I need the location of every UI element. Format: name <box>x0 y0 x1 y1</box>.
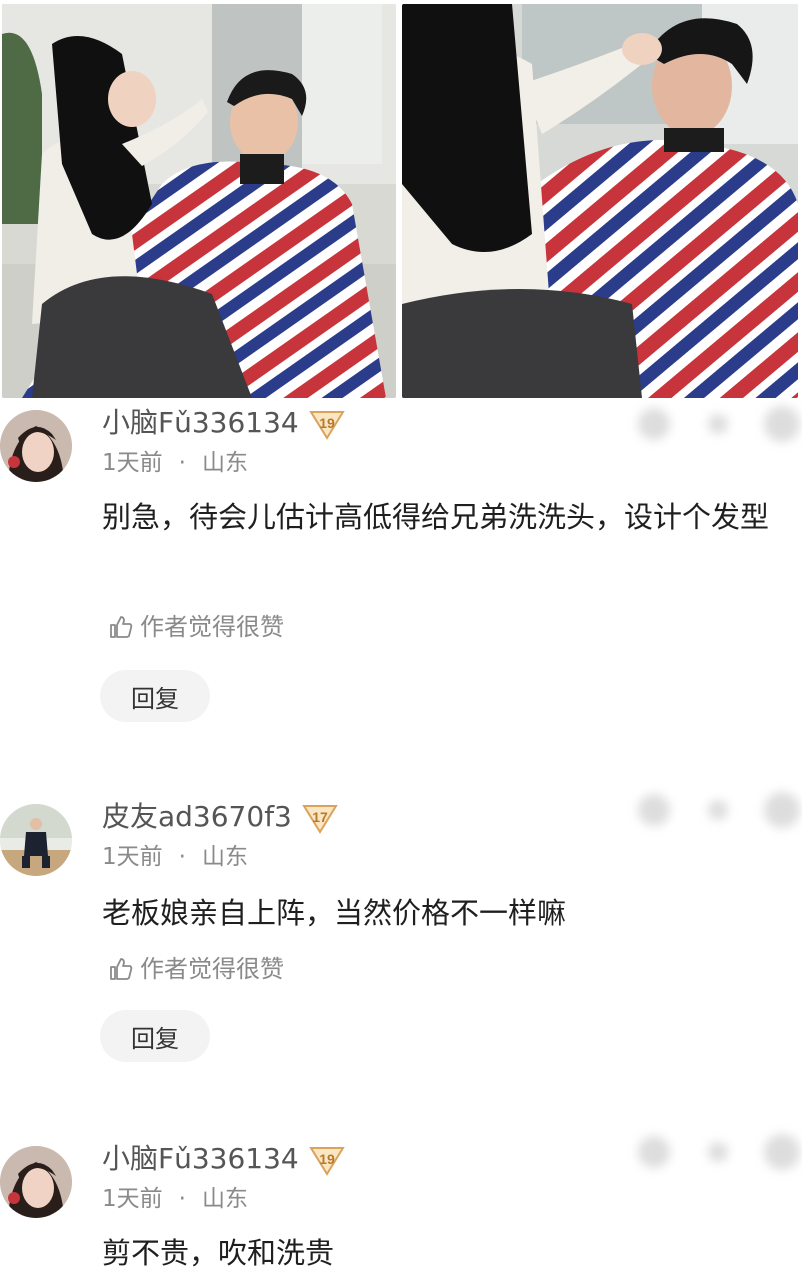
image-strip <box>0 0 802 402</box>
girl-portrait-avatar-icon <box>0 1146 72 1218</box>
author-liked-tag: 作者觉得很赞 <box>108 612 284 642</box>
level-number: 19 <box>319 415 335 431</box>
level-number: 17 <box>312 809 328 825</box>
man-in-suit-avatar-icon <box>0 804 72 876</box>
username[interactable]: 小脑Fǔ336134 <box>102 1142 299 1176</box>
barber-photo-right[interactable] <box>402 4 798 398</box>
thumb-up-icon <box>108 956 134 982</box>
author-liked-text: 作者觉得很赞 <box>140 955 284 983</box>
level-badge: 19 <box>309 1144 345 1176</box>
comment-meta: 1天前 · 山东 <box>102 1184 248 1214</box>
comment-meta: 1天前 · 山东 <box>102 448 248 478</box>
level-badge-icon: 19 <box>309 1147 345 1176</box>
comment-meta: 1天前 · 山东 <box>102 842 248 872</box>
barber-photo-left-image <box>2 4 396 398</box>
comment-time: 1天前 <box>102 1186 163 1212</box>
avatar[interactable] <box>0 804 72 876</box>
avatar[interactable] <box>0 1146 72 1218</box>
separator-dot: · <box>178 844 186 870</box>
level-badge: 17 <box>302 802 338 834</box>
girl-portrait-avatar-icon <box>0 410 72 482</box>
level-number: 19 <box>319 1151 335 1167</box>
comment-text: 老板娘亲自上阵，当然价格不一样嘛 <box>102 896 567 930</box>
author-liked-text: 作者觉得很赞 <box>140 613 284 641</box>
comment-location: 山东 <box>201 1186 248 1212</box>
level-badge-icon: 17 <box>302 805 338 834</box>
separator-dot: · <box>178 450 186 476</box>
reply-button[interactable]: 回复 <box>100 670 210 722</box>
author-liked-tag: 作者觉得很赞 <box>108 954 284 984</box>
thumb-up-icon <box>108 614 134 640</box>
level-badge: 19 <box>309 408 345 440</box>
comment-location: 山东 <box>201 450 248 476</box>
separator-dot: · <box>178 1186 186 1212</box>
comment-time: 1天前 <box>102 844 163 870</box>
username[interactable]: 小脑Fǔ336134 <box>102 406 299 440</box>
action-icons-blurred <box>632 790 802 830</box>
comment-time: 1天前 <box>102 450 163 476</box>
reply-button[interactable]: 回复 <box>100 1010 210 1062</box>
barber-photo-left[interactable] <box>2 4 396 398</box>
comment-text: 别急，待会儿估计高低得给兄弟洗洗头，设计个发型 <box>102 500 770 534</box>
avatar[interactable] <box>0 410 72 482</box>
action-icons-blurred <box>632 404 802 444</box>
level-badge-icon: 19 <box>309 411 345 440</box>
action-icons-blurred <box>632 1132 802 1172</box>
comment-text: 剪不贵，吹和洗贵 <box>102 1236 335 1270</box>
barber-photo-right-image <box>402 4 798 398</box>
username[interactable]: 皮友ad3670f3 <box>102 800 292 834</box>
comment-location: 山东 <box>201 844 248 870</box>
